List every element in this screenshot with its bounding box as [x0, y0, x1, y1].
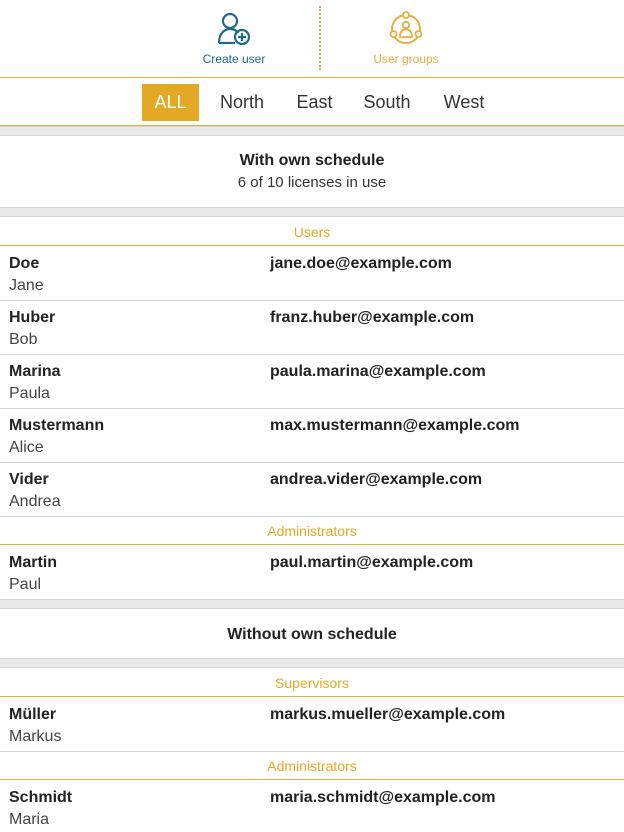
group-label-administrators: Administrators	[0, 752, 624, 780]
user-first-name: Markus	[9, 728, 62, 745]
user-groups-label: User groups	[373, 52, 439, 66]
add-user-icon	[217, 12, 251, 46]
user-email: franz.huber@example.com	[270, 309, 475, 326]
user-first-name: Alice	[9, 439, 44, 456]
create-user-label: Create user	[202, 52, 266, 66]
user-last-name: Schmidt	[9, 789, 73, 806]
tab-north[interactable]: North	[210, 84, 274, 121]
tab-east[interactable]: East	[286, 84, 343, 121]
license-usage-text: 6 of 10 licenses in use	[237, 174, 387, 191]
tab-south[interactable]: South	[356, 84, 418, 121]
user-row[interactable]: Huber Bob franz.huber@example.com	[0, 301, 624, 355]
user-row[interactable]: Doe Jane jane.doe@example.com	[0, 247, 624, 301]
group-label-users: Users	[0, 218, 624, 246]
toolbar-divider	[319, 6, 321, 70]
user-row[interactable]: Marina Paula paula.marina@example.com	[0, 355, 624, 409]
create-user-button[interactable]: Create user	[154, 0, 314, 78]
top-toolbar: Create user User groups	[0, 0, 624, 78]
user-groups-icon	[389, 11, 423, 44]
user-row[interactable]: Schmidt Maria maria.schmidt@example.com	[0, 781, 624, 832]
user-first-name: Paul	[9, 576, 42, 593]
user-email: paula.marina@example.com	[270, 363, 486, 380]
user-last-name: Huber	[9, 309, 56, 326]
user-groups-button[interactable]: User groups	[326, 0, 486, 78]
user-first-name: Maria	[9, 811, 50, 828]
user-email: max.mustermann@example.com	[270, 417, 520, 434]
tab-west[interactable]: West	[432, 84, 496, 121]
user-row[interactable]: Mustermann Alice max.mustermann@example.…	[0, 409, 624, 463]
tab-all[interactable]: ALL	[142, 84, 199, 121]
user-first-name: Paula	[9, 385, 50, 402]
section-separator	[0, 658, 624, 668]
user-first-name: Andrea	[9, 493, 61, 510]
user-first-name: Jane	[9, 277, 44, 294]
user-row[interactable]: Martin Paul paul.martin@example.com	[0, 546, 624, 600]
user-email: markus.mueller@example.com	[270, 706, 506, 723]
user-row[interactable]: Müller Markus markus.mueller@example.com	[0, 698, 624, 752]
user-email: jane.doe@example.com	[270, 255, 452, 272]
section-title: With own schedule	[239, 152, 385, 169]
section-title: Without own schedule	[227, 626, 397, 643]
user-last-name: Vider	[9, 471, 49, 488]
section-header-with-schedule: With own schedule 6 of 10 licenses in us…	[0, 152, 624, 191]
group-label-supervisors: Supervisors	[0, 669, 624, 697]
user-last-name: Marina	[9, 363, 61, 380]
section-separator	[0, 207, 624, 217]
region-tabs: ALL North East South West	[0, 79, 624, 126]
user-email: paul.martin@example.com	[270, 554, 474, 571]
section-header-without-schedule: Without own schedule	[0, 626, 624, 644]
user-last-name: Martin	[9, 554, 57, 571]
user-row[interactable]: Vider Andrea andrea.vider@example.com	[0, 463, 624, 517]
user-first-name: Bob	[9, 331, 38, 348]
user-email: maria.schmidt@example.com	[270, 789, 496, 806]
user-last-name: Müller	[9, 706, 57, 723]
user-email: andrea.vider@example.com	[270, 471, 483, 488]
group-label-administrators: Administrators	[0, 517, 624, 545]
user-last-name: Mustermann	[9, 417, 105, 434]
section-separator	[0, 126, 624, 136]
section-separator	[0, 599, 624, 609]
user-last-name: Doe	[9, 255, 40, 272]
